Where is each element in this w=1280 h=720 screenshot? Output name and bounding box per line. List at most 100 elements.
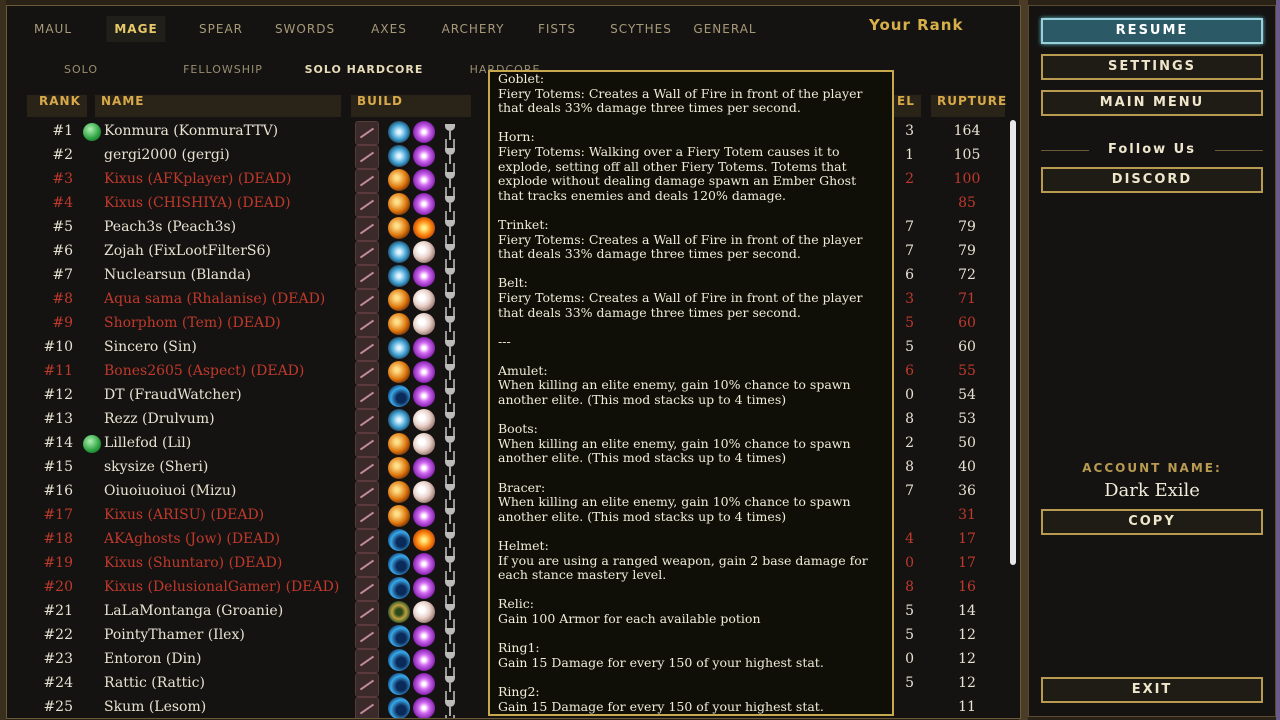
skill-icon[interactable] bbox=[388, 601, 410, 623]
player-name[interactable]: Bones2605 (Aspect) (DEAD) bbox=[104, 363, 304, 379]
weapon-icon[interactable] bbox=[355, 457, 379, 481]
skill-icon[interactable] bbox=[388, 217, 410, 239]
player-name[interactable]: skysize (Sheri) bbox=[104, 459, 208, 475]
weapon-icon[interactable] bbox=[355, 313, 379, 337]
settings-button[interactable]: Settings bbox=[1041, 54, 1263, 80]
weapon-icon[interactable] bbox=[355, 241, 379, 265]
weapon-icon[interactable] bbox=[355, 145, 379, 169]
skill-icon[interactable] bbox=[388, 529, 410, 551]
skill-icon[interactable] bbox=[388, 313, 410, 335]
tab-scythes[interactable]: Scythes bbox=[610, 22, 672, 36]
player-name[interactable]: PointyThamer (Ilex) bbox=[104, 627, 245, 643]
core-icon[interactable] bbox=[413, 553, 435, 575]
skill-icon[interactable] bbox=[388, 361, 410, 383]
core-icon[interactable] bbox=[413, 601, 435, 623]
core-icon[interactable] bbox=[413, 697, 435, 718]
player-name[interactable]: LaLaMontanga (Groanie) bbox=[104, 603, 283, 619]
weapon-icon[interactable] bbox=[355, 697, 379, 718]
weapon-icon[interactable] bbox=[355, 217, 379, 241]
goblet-icon[interactable] bbox=[439, 529, 461, 551]
goblet-icon[interactable] bbox=[439, 577, 461, 599]
goblet-icon[interactable] bbox=[439, 121, 461, 143]
core-icon[interactable] bbox=[413, 337, 435, 359]
weapon-icon[interactable] bbox=[355, 265, 379, 289]
skill-icon[interactable] bbox=[388, 625, 410, 647]
goblet-icon[interactable] bbox=[439, 193, 461, 215]
player-name[interactable]: Kixus (DelusionalGamer) (DEAD) bbox=[104, 579, 339, 595]
goblet-icon[interactable] bbox=[439, 697, 461, 718]
weapon-icon[interactable] bbox=[355, 505, 379, 529]
player-name[interactable]: Entoron (Din) bbox=[104, 651, 202, 667]
weapon-icon[interactable] bbox=[355, 553, 379, 577]
player-name[interactable]: DT (FraudWatcher) bbox=[104, 387, 242, 403]
player-name[interactable]: Shorphom (Tem) (DEAD) bbox=[104, 315, 281, 331]
copy-button[interactable]: Copy bbox=[1041, 509, 1263, 535]
core-icon[interactable] bbox=[413, 169, 435, 191]
skill-icon[interactable] bbox=[388, 505, 410, 527]
core-icon[interactable] bbox=[413, 457, 435, 479]
subtab-solo-hardcore[interactable]: Solo Hardcore bbox=[305, 63, 424, 76]
core-icon[interactable] bbox=[413, 505, 435, 527]
skill-icon[interactable] bbox=[388, 457, 410, 479]
player-name[interactable]: Kixus (ARISU) (DEAD) bbox=[104, 507, 264, 523]
discord-button[interactable]: Discord bbox=[1041, 167, 1263, 193]
goblet-icon[interactable] bbox=[439, 217, 461, 239]
goblet-icon[interactable] bbox=[439, 601, 461, 623]
weapon-icon[interactable] bbox=[355, 361, 379, 385]
weapon-icon[interactable] bbox=[355, 625, 379, 649]
tab-spear[interactable]: Spear bbox=[199, 22, 243, 36]
core-icon[interactable] bbox=[413, 481, 435, 503]
skill-icon[interactable] bbox=[388, 265, 410, 287]
tab-archery[interactable]: Archery bbox=[442, 22, 505, 36]
skill-icon[interactable] bbox=[388, 145, 410, 167]
goblet-icon[interactable] bbox=[439, 553, 461, 575]
resume-button[interactable]: Resume bbox=[1041, 18, 1263, 44]
weapon-icon[interactable] bbox=[355, 121, 379, 145]
skill-icon[interactable] bbox=[388, 433, 410, 455]
player-name[interactable]: Kixus (AFKplayer) (DEAD) bbox=[104, 171, 292, 187]
core-icon[interactable] bbox=[413, 385, 435, 407]
goblet-icon[interactable] bbox=[439, 265, 461, 287]
goblet-icon[interactable] bbox=[439, 289, 461, 311]
core-icon[interactable] bbox=[413, 433, 435, 455]
goblet-icon[interactable] bbox=[439, 409, 461, 431]
skill-icon[interactable] bbox=[388, 409, 410, 431]
goblet-icon[interactable] bbox=[439, 145, 461, 167]
weapon-icon[interactable] bbox=[355, 169, 379, 193]
goblet-icon[interactable] bbox=[439, 169, 461, 191]
core-icon[interactable] bbox=[413, 313, 435, 335]
player-name[interactable]: Nuclearsun (Blanda) bbox=[104, 267, 251, 283]
weapon-icon[interactable] bbox=[355, 601, 379, 625]
skill-icon[interactable] bbox=[388, 577, 410, 599]
player-name[interactable]: Zojah (FixLootFilterS6) bbox=[104, 243, 271, 259]
build-header[interactable]: Build bbox=[357, 94, 403, 108]
tab-mage[interactable]: Mage bbox=[106, 16, 166, 42]
core-icon[interactable] bbox=[413, 361, 435, 383]
scrollbar[interactable] bbox=[1010, 120, 1016, 565]
weapon-icon[interactable] bbox=[355, 193, 379, 217]
weapon-icon[interactable] bbox=[355, 529, 379, 553]
core-icon[interactable] bbox=[413, 409, 435, 431]
weapon-icon[interactable] bbox=[355, 577, 379, 601]
weapon-icon[interactable] bbox=[355, 481, 379, 505]
player-name[interactable]: Skum (Lesom) bbox=[104, 699, 206, 715]
goblet-icon[interactable] bbox=[439, 673, 461, 695]
skill-icon[interactable] bbox=[388, 241, 410, 263]
player-name[interactable]: Kixus (Shuntaro) (DEAD) bbox=[104, 555, 282, 571]
goblet-icon[interactable] bbox=[439, 241, 461, 263]
core-icon[interactable] bbox=[413, 145, 435, 167]
skill-icon[interactable] bbox=[388, 289, 410, 311]
goblet-icon[interactable] bbox=[439, 361, 461, 383]
tab-swords[interactable]: Swords bbox=[275, 22, 335, 36]
goblet-icon[interactable] bbox=[439, 649, 461, 671]
skill-icon[interactable] bbox=[388, 553, 410, 575]
core-icon[interactable] bbox=[413, 121, 435, 143]
core-icon[interactable] bbox=[413, 265, 435, 287]
skill-icon[interactable] bbox=[388, 337, 410, 359]
player-name[interactable]: AKAghosts (Jow) (DEAD) bbox=[104, 531, 280, 547]
player-name[interactable]: Kixus (CHISHIYA) (DEAD) bbox=[104, 195, 291, 211]
core-icon[interactable] bbox=[413, 193, 435, 215]
weapon-icon[interactable] bbox=[355, 433, 379, 457]
exit-button[interactable]: Exit bbox=[1041, 677, 1263, 703]
player-name[interactable]: Aqua sama (Rhalanise) (DEAD) bbox=[104, 291, 325, 307]
